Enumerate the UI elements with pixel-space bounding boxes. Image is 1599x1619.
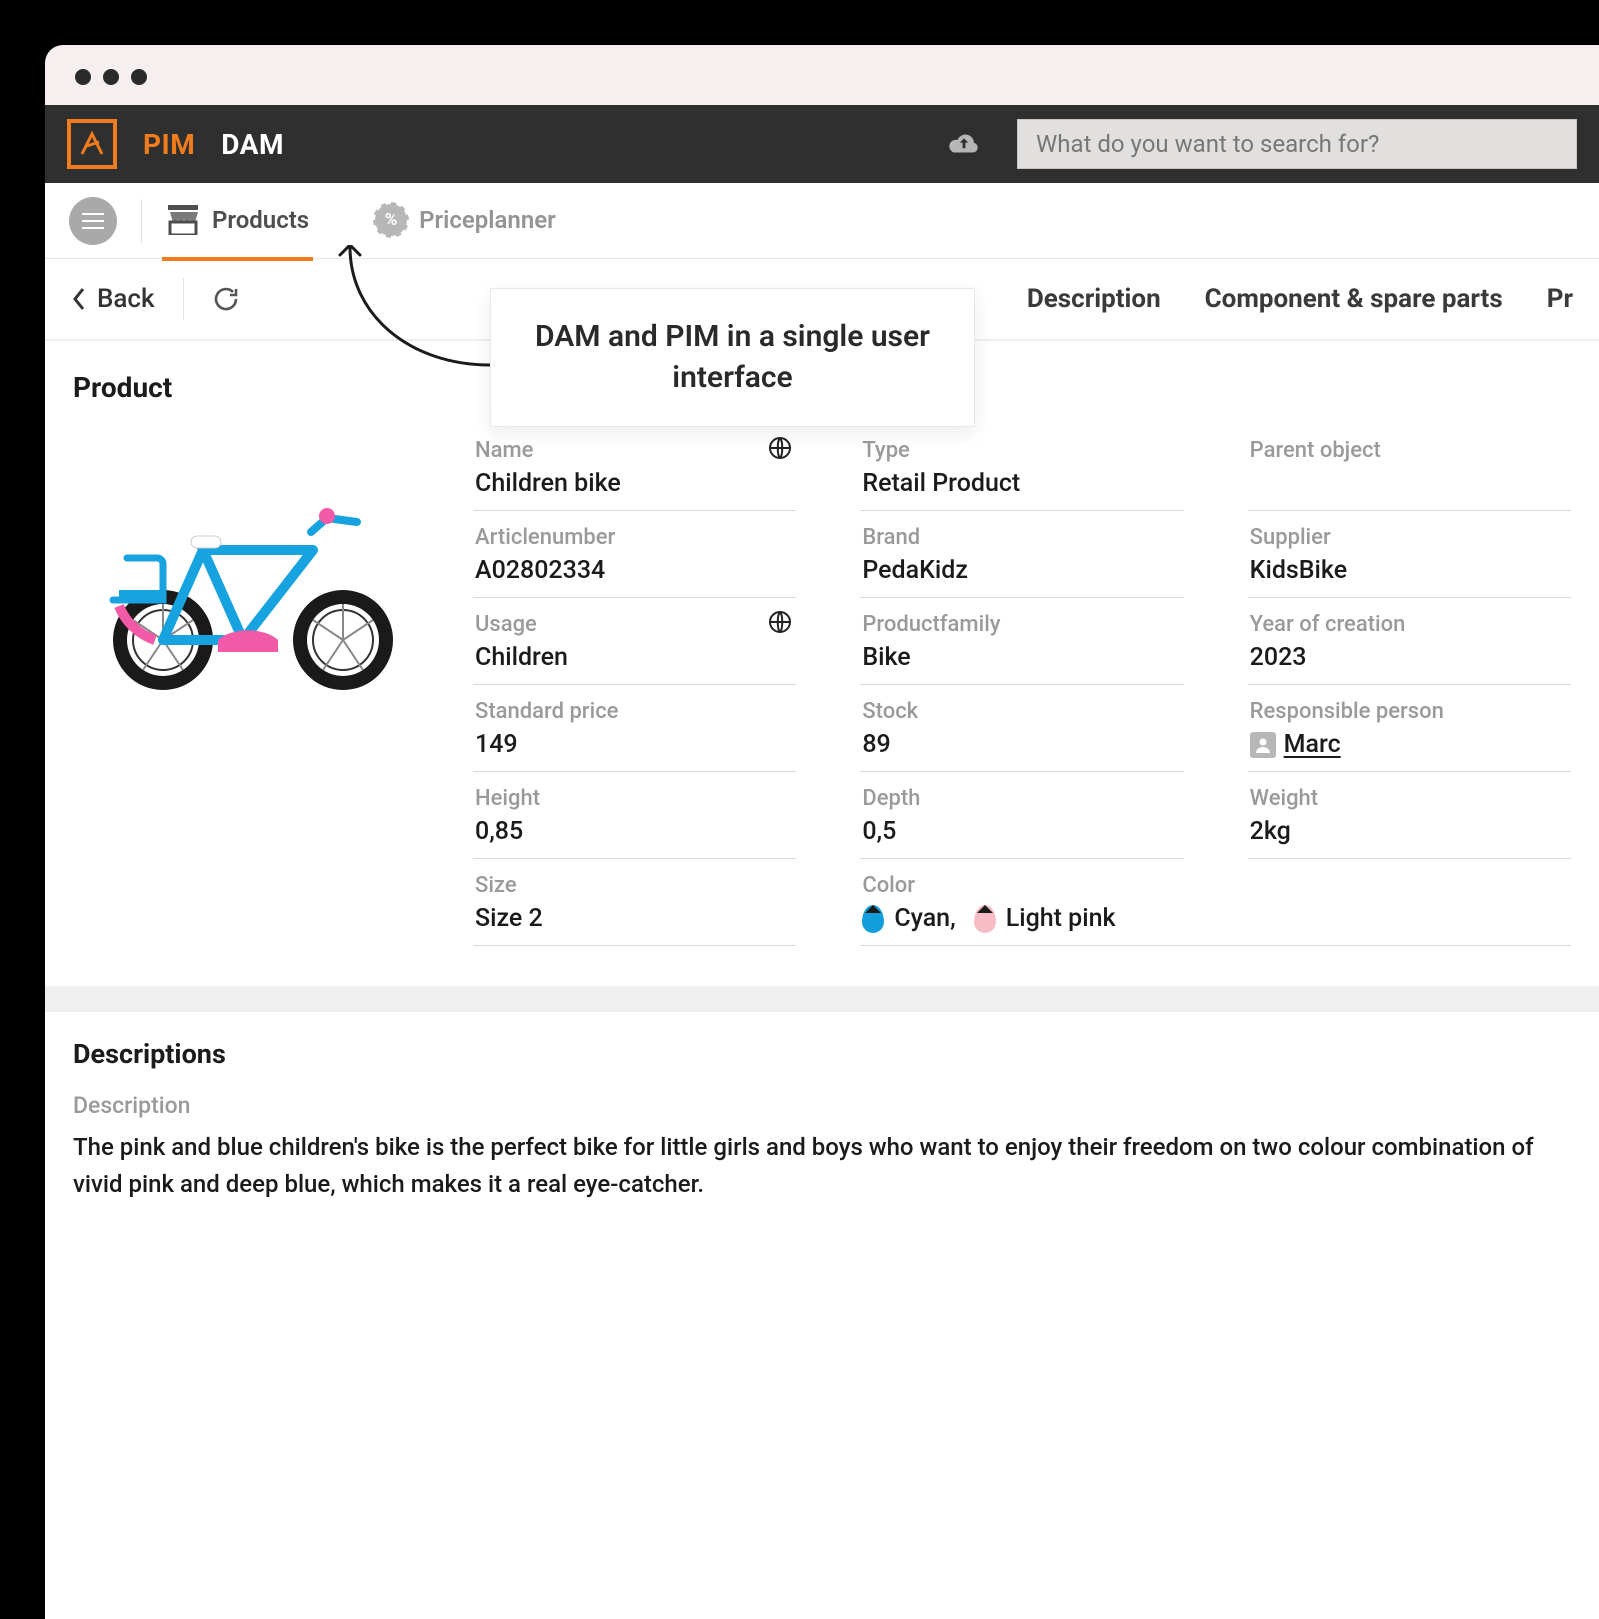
field-name[interactable]: Name Children bike [473,430,796,511]
field-productfamily[interactable]: ProductfamilyBike [860,604,1183,685]
window-dot[interactable] [131,69,147,85]
subnav-priceplanner[interactable]: % Priceplanner [375,204,556,238]
sub-navigation: Products % Priceplanner [45,183,1599,259]
field-usage[interactable]: Usage Children [473,604,796,685]
subnav-products[interactable]: Products [166,205,309,237]
window-dot[interactable] [103,69,119,85]
field-responsible[interactable]: Responsible person Marc [1248,691,1571,772]
product-fields: Name Children bike TypeRetail Product Pa… [473,430,1571,946]
section-title-descriptions: Descriptions [73,1038,1571,1070]
percent-icon: % [375,204,407,236]
nav-dam[interactable]: DAM [221,128,284,161]
field-year[interactable]: Year of creation2023 [1248,604,1571,685]
field-brand[interactable]: BrandPedaKidz [860,517,1183,598]
field-supplier[interactable]: SupplierKidsBike [1248,517,1571,598]
person-icon [1250,732,1276,758]
field-price[interactable]: Standard price149 [473,691,796,772]
chevron-left-icon [71,286,87,312]
globe-icon [768,610,792,634]
globe-icon [768,436,792,460]
field-depth[interactable]: Depth0,5 [860,778,1183,859]
field-type[interactable]: TypeRetail Product [860,430,1183,511]
field-color[interactable]: Color Cyan, Light pink [860,865,1571,946]
tab-description[interactable]: Description [1027,284,1161,314]
field-parent[interactable]: Parent object [1248,430,1571,511]
search-input[interactable]: What do you want to search for? [1017,119,1577,169]
color-swatch-cyan [862,905,884,933]
detail-tabs: Description Component & spare parts Pr [1027,284,1573,314]
window-dot[interactable] [75,69,91,85]
description-text: The pink and blue children's bike is the… [73,1129,1571,1203]
field-stock[interactable]: Stock89 [860,691,1183,772]
product-image[interactable] [73,460,433,720]
window-controls [45,45,1599,105]
field-articlenumber[interactable]: ArticlenumberA02802334 [473,517,796,598]
app-logo[interactable] [67,119,117,169]
callout-box: DAM and PIM in a single user interface [490,288,975,427]
back-button[interactable]: Back [71,284,155,314]
field-size[interactable]: SizeSize 2 [473,865,796,946]
product-section: Product [45,341,1599,986]
section-divider [45,986,1599,1012]
descriptions-section: Descriptions Description The pink and bl… [45,1012,1599,1243]
content-area: Back Description Component & spare parts… [45,259,1599,1619]
tab-spare-parts[interactable]: Component & spare parts [1205,284,1503,314]
field-height[interactable]: Height0,85 [473,778,796,859]
upload-icon[interactable] [947,131,981,157]
field-weight[interactable]: Weight2kg [1248,778,1571,859]
tab-pr[interactable]: Pr [1547,284,1573,314]
menu-button[interactable] [69,197,117,245]
responsible-link[interactable]: Marc [1284,730,1341,759]
top-bar: PIM DAM What do you want to search for? [45,105,1599,183]
color-swatch-pink [974,905,996,933]
description-label: Description [73,1092,1571,1119]
nav-pim[interactable]: PIM [143,128,195,161]
refresh-icon[interactable] [212,285,240,313]
browser-chrome: PIM DAM What do you want to search for? … [45,45,1599,1619]
store-icon [166,205,200,235]
